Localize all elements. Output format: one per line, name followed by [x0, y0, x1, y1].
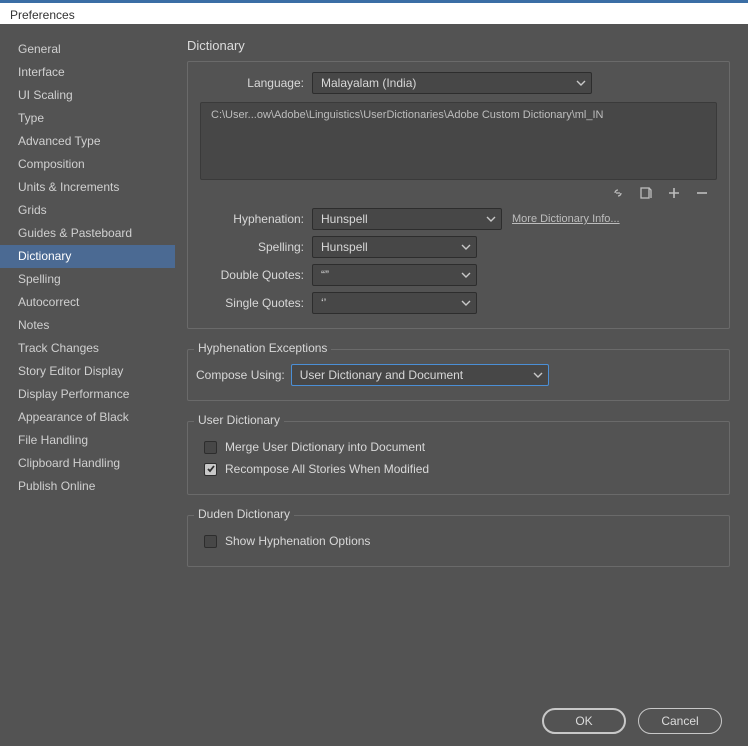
show-hyphenation-options-checkbox[interactable]: [204, 535, 217, 548]
sidebar-item-publish-online[interactable]: Publish Online: [0, 475, 175, 498]
language-value: Malayalam (India): [321, 76, 416, 90]
sidebar-item-appearance-of-black[interactable]: Appearance of Black: [0, 406, 175, 429]
user-dict-legend: User Dictionary: [194, 413, 284, 427]
language-select[interactable]: Malayalam (India): [312, 72, 592, 94]
compose-using-label: Compose Using:: [196, 368, 285, 382]
dictionary-iconbar: [200, 182, 717, 208]
dictionary-group: Language: Malayalam (India) C:\User...ow…: [187, 61, 730, 329]
sidebar-item-interface[interactable]: Interface: [0, 61, 175, 84]
sidebar-item-ui-scaling[interactable]: UI Scaling: [0, 84, 175, 107]
spelling-value: Hunspell: [321, 240, 368, 254]
sidebar-item-units-increments[interactable]: Units & Increments: [0, 176, 175, 199]
user-dictionary-group: User Dictionary Merge User Dictionary in…: [187, 421, 730, 495]
hyphenation-exceptions-group: Hyphenation Exceptions Compose Using: Us…: [187, 349, 730, 401]
duden-dictionary-group: Duden Dictionary Show Hyphenation Option…: [187, 515, 730, 567]
sidebar-item-autocorrect[interactable]: Autocorrect: [0, 291, 175, 314]
sidebar-item-display-performance[interactable]: Display Performance: [0, 383, 175, 406]
sidebar-item-dictionary[interactable]: Dictionary: [0, 245, 175, 268]
single-quotes-select[interactable]: ‘’: [312, 292, 477, 314]
dictionary-path-list[interactable]: C:\User...ow\Adobe\Linguistics\UserDicti…: [200, 102, 717, 180]
add-icon[interactable]: [667, 186, 681, 200]
page-title: Dictionary: [187, 38, 730, 53]
sidebar-item-notes[interactable]: Notes: [0, 314, 175, 337]
duden-legend: Duden Dictionary: [194, 507, 294, 521]
new-dictionary-icon[interactable]: [639, 186, 653, 200]
preferences-content: Dictionary Language: Malayalam (India) C…: [175, 24, 748, 696]
chevron-down-icon: [576, 78, 586, 88]
merge-user-dict-label: Merge User Dictionary into Document: [225, 440, 425, 454]
compose-using-select[interactable]: User Dictionary and Document: [291, 364, 549, 386]
language-label: Language:: [200, 76, 304, 90]
hyphenation-label: Hyphenation:: [200, 212, 304, 226]
hyph-exceptions-legend: Hyphenation Exceptions: [194, 341, 331, 355]
sidebar-item-story-editor-display[interactable]: Story Editor Display: [0, 360, 175, 383]
single-quotes-value: ‘’: [321, 296, 326, 310]
chevron-down-icon: [533, 370, 543, 380]
sidebar-item-clipboard-handling[interactable]: Clipboard Handling: [0, 452, 175, 475]
merge-user-dict-checkbox[interactable]: [204, 441, 217, 454]
sidebar-item-advanced-type[interactable]: Advanced Type: [0, 130, 175, 153]
relink-icon[interactable]: [611, 186, 625, 200]
sidebar-item-track-changes[interactable]: Track Changes: [0, 337, 175, 360]
sidebar-item-grids[interactable]: Grids: [0, 199, 175, 222]
chevron-down-icon: [461, 242, 471, 252]
hyphenation-select[interactable]: Hunspell: [312, 208, 502, 230]
dictionary-path: C:\User...ow\Adobe\Linguistics\UserDicti…: [211, 109, 604, 121]
sidebar-item-general[interactable]: General: [0, 38, 175, 61]
single-quotes-label: Single Quotes:: [200, 296, 304, 310]
chevron-down-icon: [461, 270, 471, 280]
dialog-footer: OK Cancel: [0, 696, 748, 746]
sidebar-item-guides-pasteboard[interactable]: Guides & Pasteboard: [0, 222, 175, 245]
cancel-button[interactable]: Cancel: [638, 708, 722, 734]
double-quotes-label: Double Quotes:: [200, 268, 304, 282]
spelling-label: Spelling:: [200, 240, 304, 254]
hyphenation-value: Hunspell: [321, 212, 368, 226]
chevron-down-icon: [486, 214, 496, 224]
recompose-checkbox[interactable]: [204, 463, 217, 476]
ok-button[interactable]: OK: [542, 708, 626, 734]
recompose-label: Recompose All Stories When Modified: [225, 462, 429, 476]
compose-using-value: User Dictionary and Document: [300, 368, 463, 382]
double-quotes-select[interactable]: “”: [312, 264, 477, 286]
remove-icon[interactable]: [695, 186, 709, 200]
preferences-sidebar: General Interface UI Scaling Type Advanc…: [0, 24, 175, 696]
sidebar-item-file-handling[interactable]: File Handling: [0, 429, 175, 452]
more-dictionary-info-link[interactable]: More Dictionary Info...: [512, 213, 620, 225]
sidebar-item-type[interactable]: Type: [0, 107, 175, 130]
show-hyphenation-options-label: Show Hyphenation Options: [225, 534, 370, 548]
window-title: Preferences: [10, 8, 75, 22]
sidebar-item-composition[interactable]: Composition: [0, 153, 175, 176]
double-quotes-value: “”: [321, 268, 329, 282]
sidebar-item-spelling[interactable]: Spelling: [0, 268, 175, 291]
chevron-down-icon: [461, 298, 471, 308]
window-titlebar: Preferences: [0, 0, 748, 24]
spelling-select[interactable]: Hunspell: [312, 236, 477, 258]
